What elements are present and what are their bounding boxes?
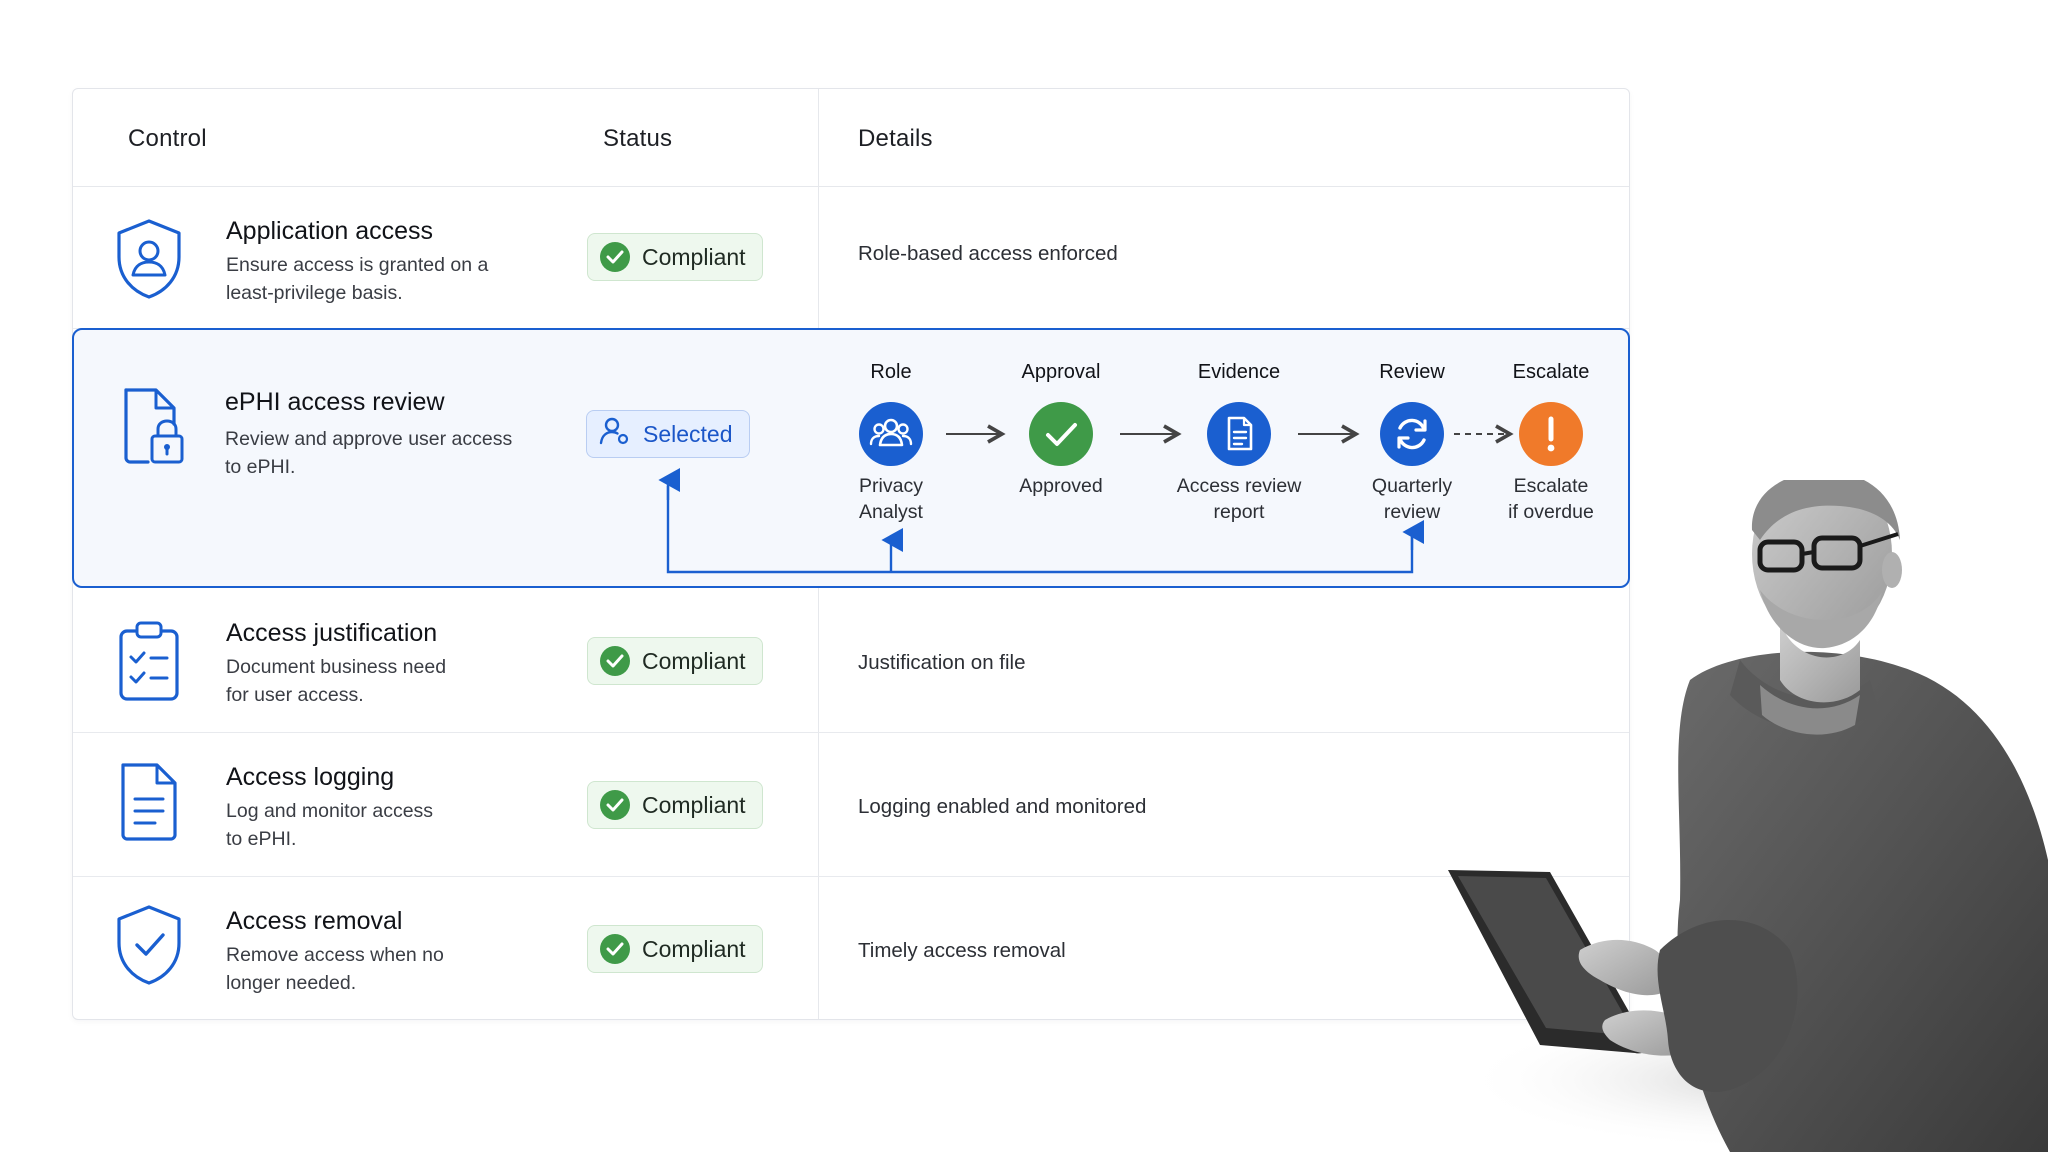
- control-description: Ensure access is granted on a least-priv…: [226, 254, 489, 304]
- check-circle-icon: [600, 790, 630, 820]
- alert-icon[interactable]: [1519, 402, 1583, 466]
- shield-check-icon: [113, 903, 185, 987]
- document-icon: [113, 759, 185, 843]
- refresh-icon[interactable]: [1380, 402, 1444, 466]
- table-row[interactable]: Access logging Log and monitor access to…: [73, 733, 1629, 877]
- control-title: Application access: [226, 217, 434, 245]
- detail-text: Timely access removal: [858, 939, 1066, 962]
- check-circle-icon: [600, 934, 630, 964]
- status-badge: Compliant: [587, 925, 763, 973]
- table-header: Control Status Details: [73, 89, 1629, 187]
- check-circle-icon: [600, 646, 630, 676]
- control-description: Document business need for user access.: [226, 656, 447, 706]
- control-title: Access logging: [226, 763, 395, 791]
- status-badge: Compliant: [587, 781, 763, 829]
- control-description: Log and monitor access to ePHI.: [226, 800, 434, 850]
- control-title: Access removal: [226, 907, 403, 935]
- selected-row-epHI-access-review[interactable]: ePHI access review Review and approve us…: [72, 328, 1630, 588]
- status-badge: Compliant: [587, 233, 763, 281]
- check-circle-icon: [600, 242, 630, 272]
- check-icon[interactable]: [1029, 402, 1093, 466]
- person-with-tablet-illustration: [1448, 480, 2048, 1152]
- header-details: Details: [858, 125, 933, 152]
- table-row[interactable]: Application access Ensure access is gran…: [73, 187, 1629, 329]
- status-badge: Compliant: [587, 637, 763, 685]
- control-description: Remove access when no longer needed.: [226, 944, 444, 994]
- report-icon[interactable]: [1207, 402, 1271, 466]
- step-head-review: Review: [1379, 361, 1445, 383]
- header-control: Control: [128, 125, 207, 152]
- step-head-escalate: Escalate: [1512, 361, 1590, 383]
- users-icon[interactable]: [859, 402, 923, 466]
- step-label-role: Privacy Analyst: [859, 475, 923, 523]
- detail-text: Justification on file: [858, 651, 1026, 674]
- step-head-role: Role: [870, 361, 912, 383]
- control-title: Access justification: [226, 619, 438, 647]
- header-status: Status: [603, 125, 673, 152]
- step-label-evidence: Access review report: [1176, 475, 1302, 523]
- step-label-approval: Approved: [1019, 475, 1103, 497]
- table-row[interactable]: Access removal Remove access when no lon…: [73, 877, 1629, 1021]
- detail-text: Role-based access enforced: [858, 242, 1118, 265]
- step-head-approval: Approval: [1021, 361, 1101, 383]
- detail-text: Logging enabled and monitored: [858, 795, 1147, 818]
- clipboard-checklist-icon: [113, 619, 185, 703]
- table-row[interactable]: Access justification Document business n…: [73, 589, 1629, 733]
- step-head-evidence: Evidence: [1197, 361, 1281, 383]
- user-shield-icon: [113, 217, 185, 301]
